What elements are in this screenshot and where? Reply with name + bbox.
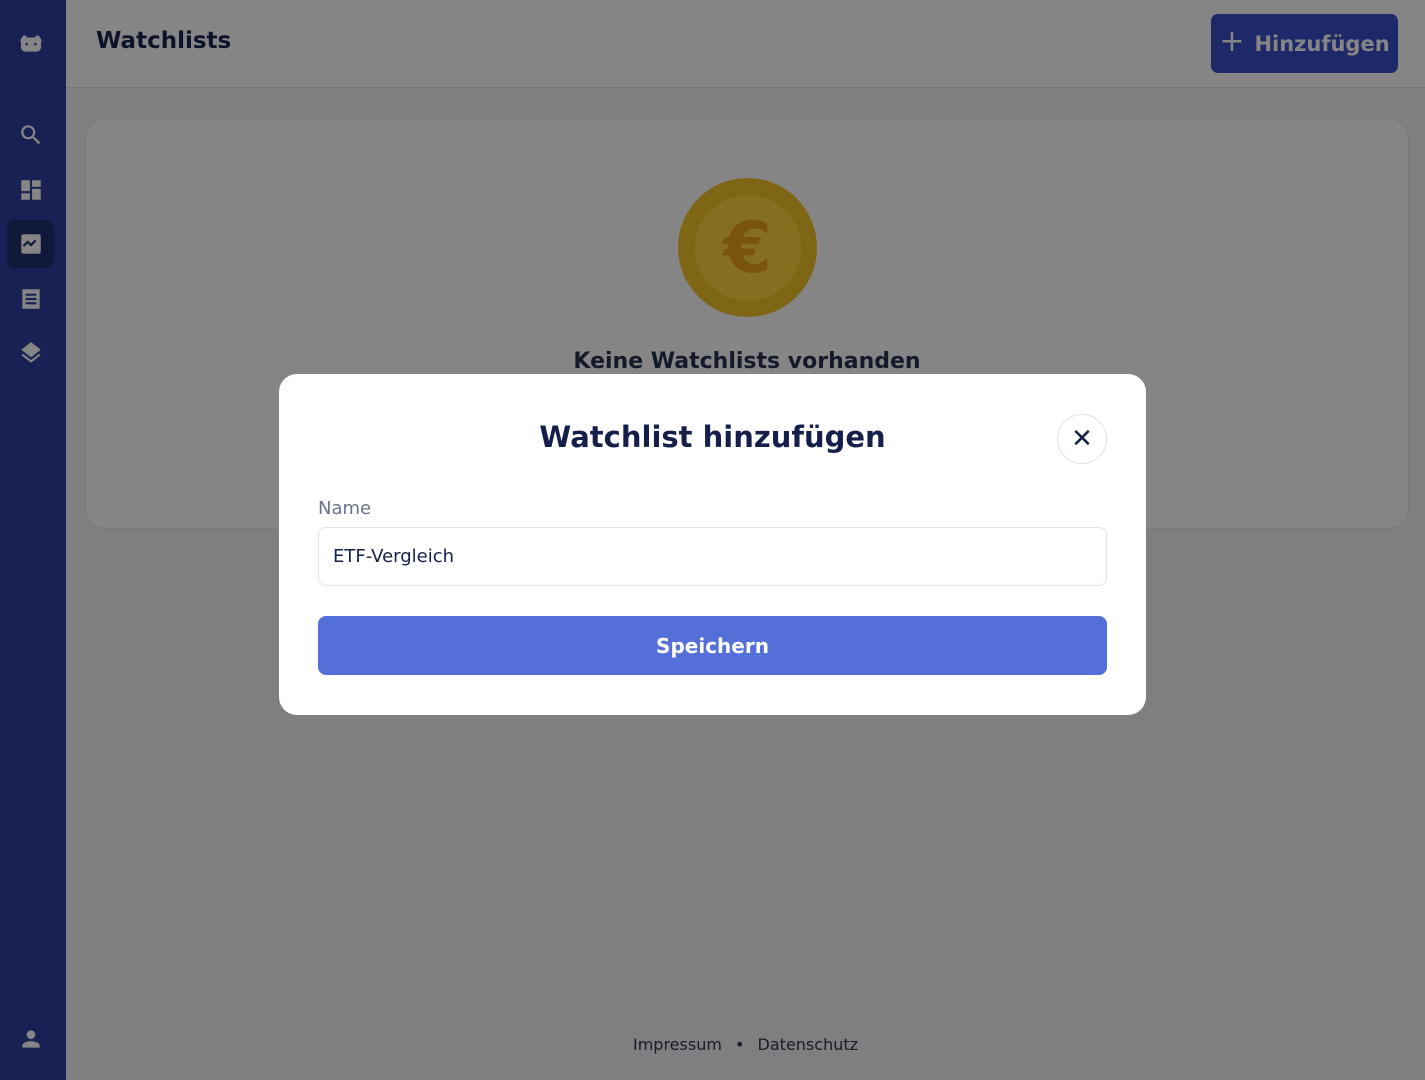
save-button-label: Speichern: [656, 633, 769, 658]
name-label: Name: [318, 498, 372, 519]
save-button[interactable]: Speichern: [318, 616, 1107, 675]
name-input[interactable]: [318, 527, 1107, 586]
close-button[interactable]: ✕: [1057, 414, 1107, 464]
add-watchlist-dialog: Watchlist hinzufügen ✕ Name Speichern: [279, 374, 1146, 715]
close-icon: ✕: [1071, 424, 1093, 454]
dialog-title: Watchlist hinzufügen: [539, 420, 886, 454]
